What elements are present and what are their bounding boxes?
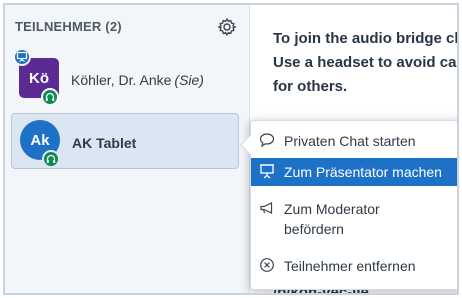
participant-row-selected[interactable]: Ak AK Tablet	[11, 113, 239, 169]
menu-item-label: Teilnehmer entfernen	[284, 258, 416, 274]
instruction-line: for others.	[273, 78, 348, 95]
menu-item-label-line: Zum Moderator	[284, 201, 380, 217]
menu-item-label-line: befördern	[284, 221, 344, 237]
participant-row[interactable]: Kö Köhler, Dr. Anke (Sie)	[11, 48, 239, 108]
menu-item-remove-participant[interactable]: Teilnehmer entfernen	[251, 256, 457, 280]
avatar-initials: Kö	[29, 69, 49, 87]
megaphone-icon	[258, 199, 276, 217]
you-label: (Sie)	[174, 72, 204, 88]
participants-header: TEILNEHMER (2)	[15, 15, 239, 37]
menu-item-label: Privaten Chat starten	[284, 133, 416, 149]
menu-item-label: Zum Präsentator machen	[284, 164, 442, 180]
participants-title: TEILNEHMER (2)	[15, 19, 122, 34]
avatar-initials: Ak	[30, 131, 50, 149]
menu-item-promote-moderator[interactable]: Zum Moderator befördern	[251, 199, 457, 243]
participant-context-menu: Privaten Chat starten Zum Präsentator ma…	[240, 120, 457, 290]
menu-item-make-presenter[interactable]: Zum Präsentator machen	[251, 158, 457, 186]
participant-name-text: Köhler, Dr. Anke	[71, 72, 172, 88]
remove-circle-icon	[258, 256, 276, 274]
menu-item-label: Zum Moderator befördern	[284, 199, 380, 239]
presenter-icon	[13, 48, 31, 66]
gear-icon[interactable]	[217, 17, 237, 37]
chat-bubble-icon	[258, 131, 276, 149]
headset-icon	[41, 88, 59, 106]
audio-instructions: To join the audio bridge cl Use a headse…	[273, 27, 459, 99]
menu-item-private-chat[interactable]: Privaten Chat starten	[251, 131, 457, 155]
instruction-line: Use a headset to avoid ca	[273, 54, 457, 71]
app-window: TEILNEHMER (2) Kö Köhler, Dr. Anke (Sie)…	[3, 3, 459, 295]
participants-sidebar: TEILNEHMER (2) Kö Köhler, Dr. Anke (Sie)…	[5, 5, 250, 293]
headset-icon	[42, 150, 60, 168]
instruction-line: To join the audio bridge cl	[273, 30, 459, 47]
presentation-screen-icon	[258, 162, 276, 180]
participant-name: AK Tablet	[72, 135, 137, 151]
participant-name: Köhler, Dr. Anke (Sie)	[71, 72, 204, 88]
